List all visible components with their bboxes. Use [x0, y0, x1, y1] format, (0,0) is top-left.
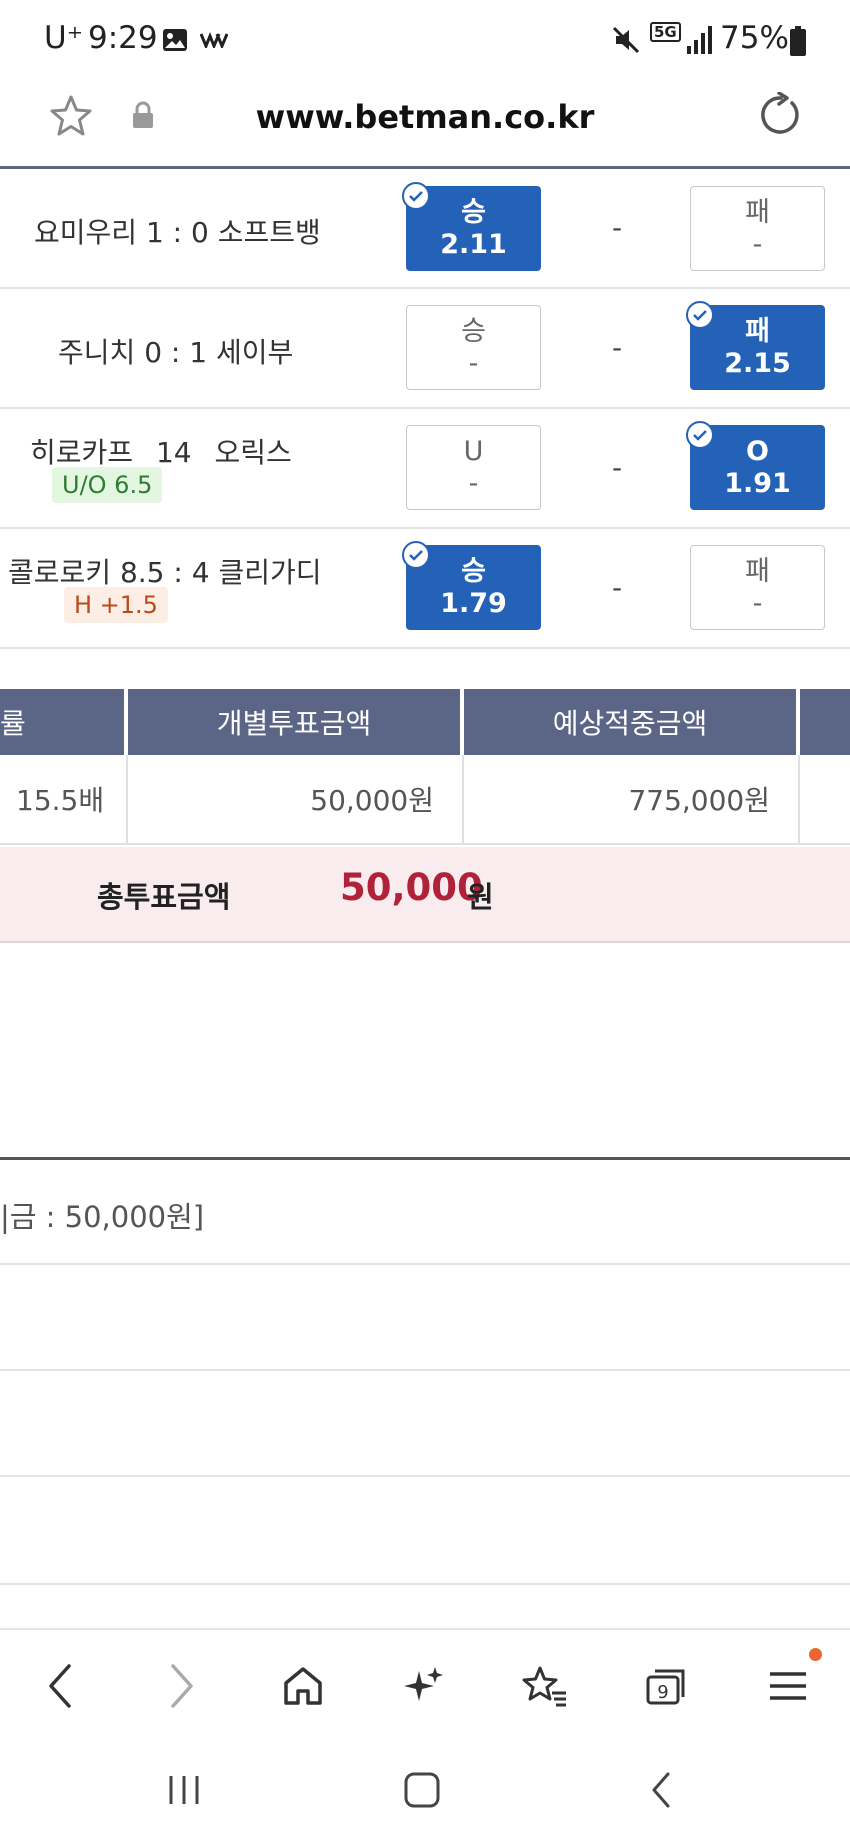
system-back-button[interactable]: [646, 1770, 676, 1810]
away-team: 세이부: [215, 336, 294, 369]
match-teams: 주니치 0 : 1 세이부: [58, 331, 293, 371]
draw-option: -: [612, 211, 623, 244]
option-label: O: [746, 436, 769, 468]
option-odds: 1.91: [724, 467, 791, 499]
option-label: 패: [745, 197, 770, 229]
win-option-button[interactable]: 승 -: [406, 305, 541, 390]
option-odds: -: [752, 587, 763, 619]
section-divider: [0, 1157, 850, 1160]
carrier-label: U⁺: [44, 20, 84, 56]
draw-option: -: [612, 571, 623, 604]
match-row: 요미우리 1 : 0 소프트뱅 승 2.11 - 패 -: [0, 169, 850, 287]
option-label: 패: [745, 316, 770, 348]
match-score: 14: [155, 436, 192, 469]
cell-individual-amount: 50,000원: [128, 755, 464, 845]
network-type: 5G: [650, 22, 681, 42]
sparkle-icon[interactable]: [394, 1660, 454, 1712]
match-score: 1 : 0: [145, 216, 209, 249]
match-teams: 요미우리 1 : 0 소프트뱅: [34, 211, 321, 251]
forward-button[interactable]: [152, 1660, 212, 1712]
notification-dot: [809, 1648, 822, 1661]
reload-icon[interactable]: [756, 91, 802, 138]
summary-table: 률 개별투표금액 예상적중금액 15.5배 50,000원 775,000원: [0, 689, 850, 847]
option-label: 승: [461, 556, 486, 588]
away-team: 오릭스: [214, 436, 292, 469]
option-label: U: [463, 436, 484, 468]
menu-button[interactable]: [758, 1660, 818, 1712]
draw-option: -: [612, 451, 623, 484]
total-amount-unit: 원: [467, 880, 494, 914]
header-rate: 률: [0, 689, 126, 755]
option-odds: 1.79: [440, 587, 507, 619]
tab-count: 9: [657, 1682, 668, 1703]
cell-rate: 15.5배: [0, 755, 128, 845]
option-label: 패: [745, 556, 770, 588]
option-odds: 2.15: [724, 347, 791, 379]
header-expected-win: 예상적중금액: [464, 689, 798, 755]
home-team: 요미우리: [34, 216, 138, 249]
bookmarks-button[interactable]: [515, 1660, 575, 1712]
option-odds: -: [468, 347, 479, 379]
match-row: 주니치 0 : 1 세이부 승 - - 패 2.15: [0, 289, 850, 407]
cell-expected-win: 775,000원: [464, 755, 800, 845]
handicap-tag: U/O 6.5: [52, 467, 163, 503]
list-divider: [0, 1263, 850, 1265]
mute-icon: [612, 26, 640, 54]
back-button[interactable]: [30, 1660, 90, 1712]
option-odds: -: [752, 228, 763, 260]
option-label: 승: [461, 197, 486, 229]
total-amount-label: 총투표금액: [97, 880, 231, 914]
home-button[interactable]: [273, 1660, 333, 1712]
total-amount-value: 50,000: [340, 866, 483, 909]
list-divider: [0, 1583, 850, 1585]
match-score: 0 : 1: [144, 336, 208, 369]
under-option-button[interactable]: U -: [406, 425, 541, 510]
list-divider: [0, 1369, 850, 1371]
header-more: [800, 689, 850, 755]
battery-icon: [790, 26, 806, 56]
match-teams: 콜로로키 8.5 : 4 클리가디: [8, 551, 321, 591]
cell-more: [800, 755, 850, 845]
battery-percent: 75%: [720, 20, 789, 56]
row-divider: [0, 647, 850, 649]
prize-amount-text: |금 : 50,000원]: [0, 1200, 205, 1234]
status-bar: U⁺ 9:29 5G 75%: [0, 0, 850, 80]
notification-icon: [199, 31, 229, 50]
match-teams: 히로카프 14 오릭스: [30, 431, 292, 471]
check-icon: [686, 301, 714, 329]
clock: 9:29: [88, 20, 158, 56]
home-team: 주니치: [58, 336, 136, 369]
lose-option-button[interactable]: 패 -: [690, 186, 825, 271]
recent-apps-button[interactable]: [165, 1770, 203, 1810]
tabs-button[interactable]: 9: [636, 1660, 696, 1712]
signal-icon: [686, 26, 712, 54]
check-icon: [402, 541, 430, 569]
match-row: 히로카프 14 오릭스 U/O 6.5 U - - O 1.91: [0, 409, 850, 527]
system-home-button[interactable]: [402, 1770, 442, 1810]
match-row: 콜로로키 8.5 : 4 클리가디 H +1.5 승 1.79 - 패 -: [0, 529, 850, 647]
url-text[interactable]: www.betman.co.kr: [0, 98, 850, 136]
check-icon: [402, 182, 430, 210]
header-individual-amount: 개별투표금액: [128, 689, 462, 755]
lose-option-button[interactable]: 패 -: [690, 545, 825, 630]
option-odds: 2.11: [440, 228, 507, 260]
home-team: 콜로로키: [8, 556, 112, 589]
home-team: 히로카프: [30, 436, 134, 469]
check-icon: [686, 421, 714, 449]
option-label: 승: [461, 316, 486, 348]
option-odds: -: [468, 467, 479, 499]
handicap-tag: H +1.5: [64, 587, 168, 623]
draw-option: -: [612, 331, 623, 364]
gallery-icon: [162, 28, 188, 52]
away-team: 클리가디: [218, 556, 322, 589]
list-divider: [0, 1475, 850, 1477]
match-score: 8.5 : 4: [119, 556, 210, 589]
away-team: 소프트뱅: [217, 216, 321, 249]
